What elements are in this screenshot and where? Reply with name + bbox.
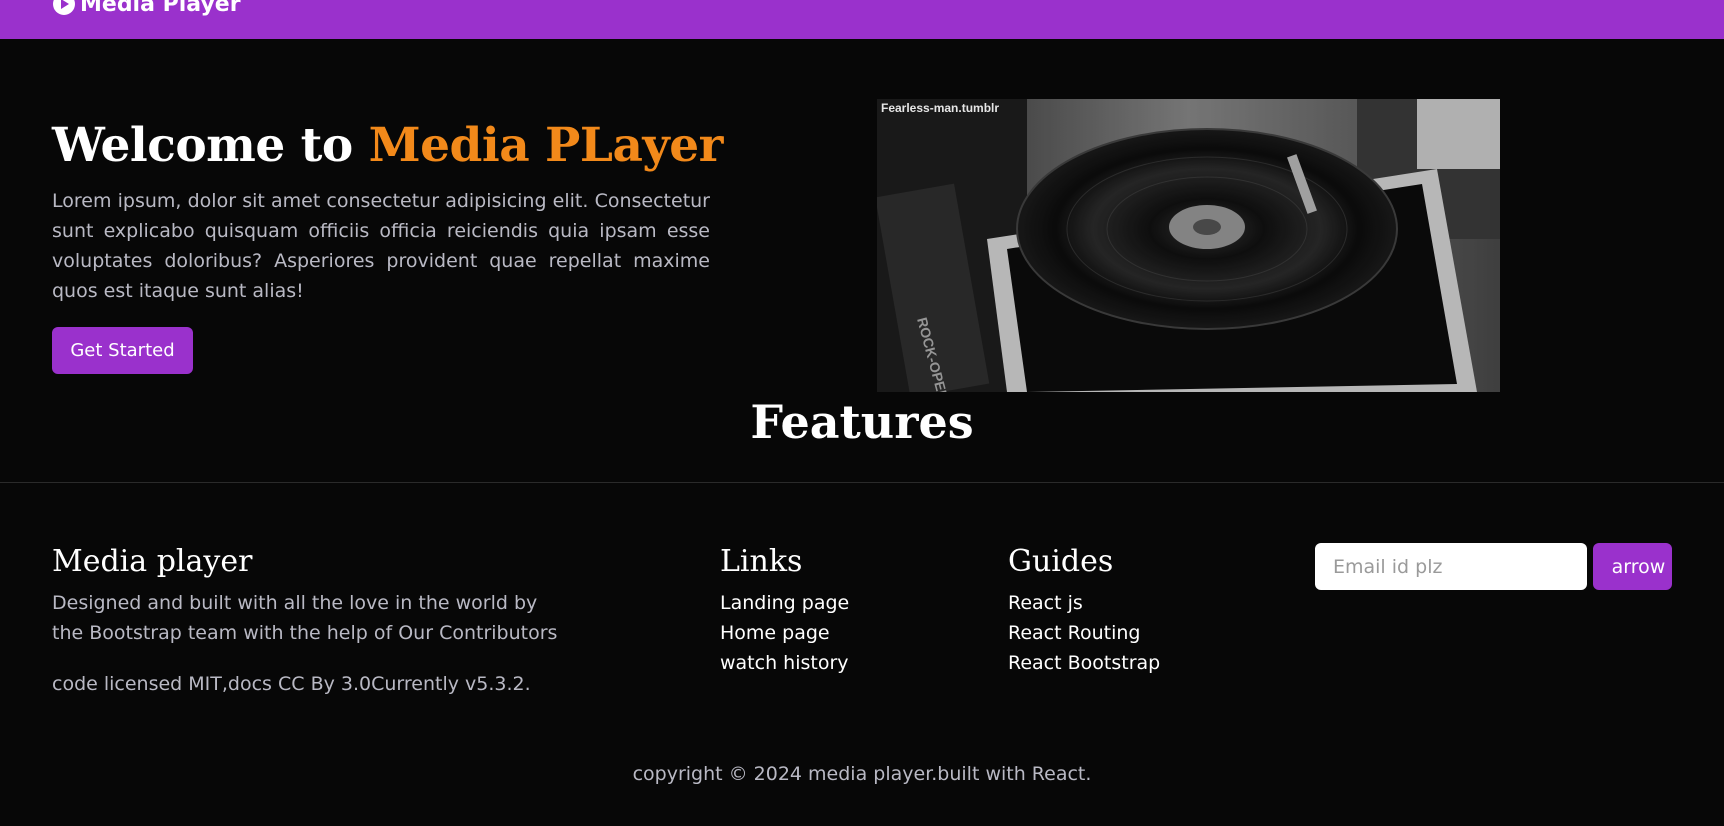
email-input[interactable] [1315, 543, 1587, 590]
footer-guide-react-js[interactable]: React js [1008, 588, 1160, 618]
subscribe-arrow-button[interactable]: arrow [1593, 543, 1672, 590]
footer-about-title: Media player [52, 544, 253, 579]
get-started-button[interactable]: Get Started [52, 327, 193, 374]
footer-guide-react-routing[interactable]: React Routing [1008, 618, 1160, 648]
footer-links-list: Landing page Home page watch history [720, 588, 849, 678]
footer-link-landing-page[interactable]: Landing page [720, 588, 849, 618]
hero-title: Welcome to Media PLayer [52, 116, 723, 176]
footer-about-description: Designed and built with all the love in … [52, 592, 558, 644]
brand-link[interactable]: Media Player [52, 0, 241, 17]
hero-title-prefix: Welcome to [52, 118, 369, 173]
footer-link-watch-history[interactable]: watch history [720, 648, 849, 678]
footer-guides-list: React js React Routing React Bootstrap [1008, 588, 1160, 678]
navbar: Media Player [0, 0, 1724, 39]
footer-guide-react-bootstrap[interactable]: React Bootstrap [1008, 648, 1160, 678]
brand-label: Media Player [80, 0, 241, 17]
footer-license-text: code licensed MIT,docs CC By 3.0Currentl… [52, 673, 531, 695]
footer-link-home-page[interactable]: Home page [720, 618, 849, 648]
footer-divider [0, 482, 1724, 483]
hero-description: Lorem ipsum, dolor sit amet consectetur … [52, 190, 710, 302]
copyright-text: copyright © 2024 media player.built with… [632, 763, 1092, 785]
hero-title-accent: Media PLayer [368, 118, 724, 173]
image-caption: Fearless-man.tumblr [881, 101, 1000, 115]
footer-links-title: Links [720, 544, 803, 579]
hero-image-turntable: ROCK-OPERA Fearless-man.tumblr [877, 99, 1500, 392]
footer-guides-title: Guides [1008, 544, 1114, 579]
play-circle-icon [52, 0, 76, 16]
features-title: Features [750, 395, 974, 449]
